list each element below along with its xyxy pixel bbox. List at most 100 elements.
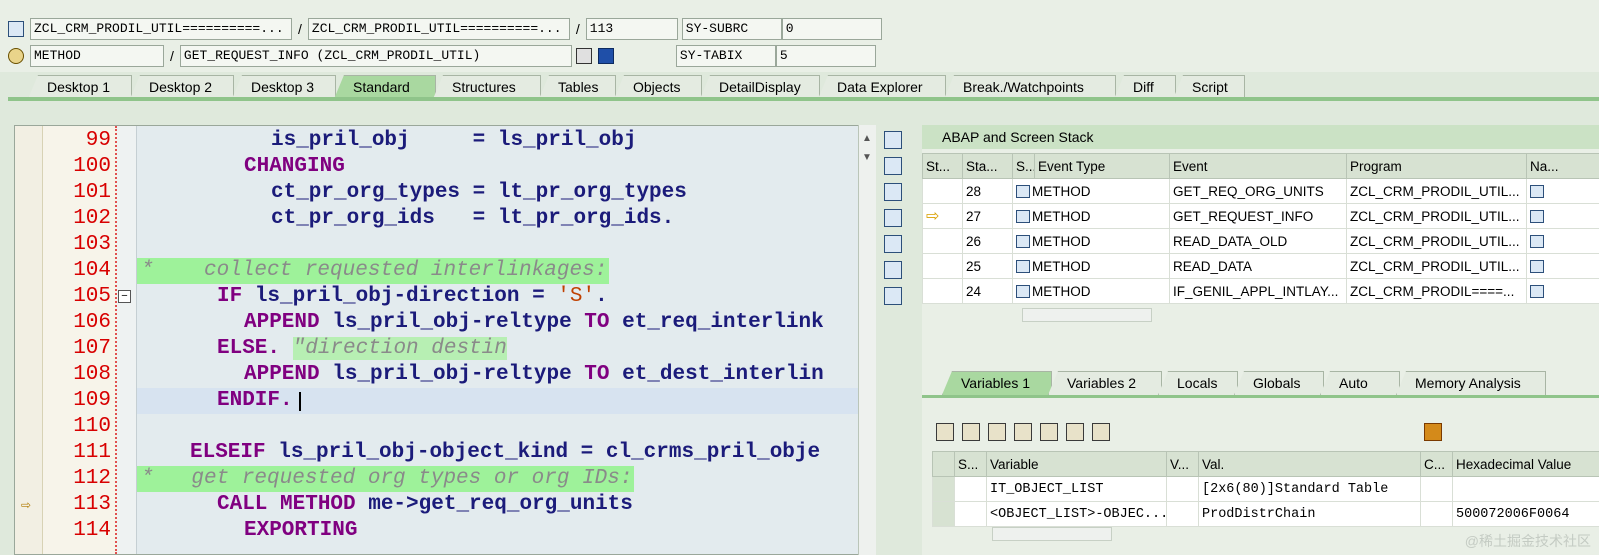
tab-locals[interactable]: Locals — [1158, 371, 1238, 395]
code-line-106[interactable]: 106 APPEND ls_pril_obj-reltype TO et_req… — [15, 310, 858, 336]
code-line-111[interactable]: 111 ELSEIF ls_pril_obj-object_kind = cl_… — [15, 440, 858, 466]
close-icon[interactable] — [884, 131, 902, 149]
copy-icon[interactable] — [988, 423, 1006, 441]
code-text: EXPORTING — [244, 519, 358, 542]
tab-structures[interactable]: Structures — [433, 75, 541, 99]
sy-subrc-value[interactable]: 0 — [781, 18, 882, 40]
code-line-100[interactable]: 100 CHANGING — [15, 154, 858, 180]
comment-text: * collect requested interlinkages: — [137, 258, 610, 284]
event-type-field[interactable]: METHOD — [30, 45, 164, 67]
delete-icon[interactable] — [936, 423, 954, 441]
tab-variables-2[interactable]: Variables 2 — [1048, 371, 1162, 395]
code-line-104[interactable]: 104 * collect requested interlinkages: — [15, 258, 858, 284]
navigate-icon[interactable] — [1530, 260, 1544, 274]
code-line-112[interactable]: 112 * get requested org types or org IDs… — [15, 466, 858, 492]
variable-value[interactable]: ProdDistrChain — [1198, 501, 1421, 527]
tab-variables-1[interactable]: Variables 1 — [942, 371, 1052, 395]
col-hex[interactable]: Hexadecimal Value — [1452, 451, 1599, 477]
edit-icon[interactable] — [962, 423, 980, 441]
table-row[interactable]: IT_OBJECT_LIST [2x6(80)]Standard Table — [932, 476, 1599, 502]
tab-memory-analysis[interactable]: Memory Analysis — [1396, 371, 1546, 395]
tab-globals[interactable]: Globals — [1234, 371, 1324, 395]
main-program-field[interactable]: ZCL_CRM_PRODIL_UTIL==========... — [30, 18, 292, 40]
tab-objects[interactable]: Objects — [614, 75, 702, 99]
scroll-up-icon[interactable]: ▲ — [862, 133, 873, 144]
code-line-114[interactable]: 114 EXPORTING — [15, 518, 858, 544]
navigate-icon[interactable] — [1530, 285, 1544, 299]
expand-width-icon[interactable] — [884, 235, 902, 253]
line-number-field[interactable]: 113 — [585, 18, 678, 40]
code-line-110[interactable]: 110 — [15, 414, 858, 440]
col-variable[interactable]: Variable — [986, 451, 1167, 477]
stack-hscroll[interactable] — [1022, 308, 1152, 322]
code-line-103[interactable]: 103 — [15, 232, 858, 258]
line-number: 110 — [73, 415, 111, 438]
table-row[interactable]: 26 METHOD READ_DATA_OLD ZCL_CRM_PRODIL_UT… — [922, 228, 1599, 254]
settings-icon[interactable] — [884, 287, 902, 305]
tab-data-explorer[interactable]: Data Explorer — [818, 75, 946, 99]
remove-icon[interactable] — [1014, 423, 1032, 441]
tab-auto[interactable]: Auto — [1320, 371, 1400, 395]
service-icon[interactable] — [884, 261, 902, 279]
line-number: 111 — [73, 441, 111, 464]
col-v[interactable]: V... — [1166, 451, 1199, 477]
tab-tables[interactable]: Tables — [539, 75, 616, 99]
col-program[interactable]: Program — [1346, 153, 1527, 179]
code-line-107[interactable]: 107 ELSE. "direction destin — [15, 336, 858, 362]
tree-icon[interactable] — [1040, 423, 1058, 441]
method-field[interactable]: GET_REQUEST_INFO (ZCL_CRM_PRODIL_UTIL) — [179, 45, 572, 67]
code-line-102[interactable]: 102 ct_pr_org_ids = lt_pr_org_ids. — [15, 206, 858, 232]
navigate-icon[interactable] — [575, 48, 592, 64]
col-s[interactable]: S... — [1012, 153, 1035, 179]
col-value[interactable]: Val. — [1198, 451, 1421, 477]
tab-standard[interactable]: Standard — [334, 75, 436, 99]
col-event[interactable]: Event — [1169, 153, 1347, 179]
info-icon[interactable] — [597, 48, 614, 64]
code-line-113[interactable]: ⇨ 113 CALL METHOD me->get_req_org_units — [15, 492, 858, 518]
tab-diff[interactable]: Diff — [1114, 75, 1176, 99]
code-line-105[interactable]: 105 − IF ls_pril_obj-direction = 'S'. — [15, 284, 858, 310]
col-s[interactable]: S... — [954, 451, 987, 477]
scroll-down-icon[interactable]: ▼ — [862, 152, 873, 163]
transfer-icon[interactable] — [1066, 423, 1084, 441]
col-c[interactable]: C... — [1420, 451, 1453, 477]
tab-desktop-1[interactable]: Desktop 1 — [28, 75, 132, 99]
fullscreen-icon[interactable] — [884, 209, 902, 227]
table-row[interactable]: ⇨ 27 METHOD GET_REQUEST_INFO ZCL_CRM_PRODI… — [922, 203, 1599, 229]
code-line-109[interactable]: 109 ENDIF. — [15, 388, 858, 414]
navigate-icon[interactable] — [1530, 235, 1544, 249]
collapse-icon[interactable]: − — [118, 290, 131, 303]
col-st[interactable]: St... — [922, 153, 963, 179]
code-line-108[interactable]: 108 APPEND ls_pril_obj-reltype TO et_des… — [15, 362, 858, 388]
tab-desktop-3[interactable]: Desktop 3 — [232, 75, 336, 99]
code-text: CHANGING — [244, 155, 345, 178]
save-icon[interactable] — [1424, 423, 1442, 441]
col-name[interactable]: Na... — [1526, 153, 1599, 179]
col-event-type[interactable]: Event Type — [1034, 153, 1170, 179]
tab-script[interactable]: Script — [1173, 75, 1245, 99]
tab-detaildisplay[interactable]: DetailDisplay — [700, 75, 820, 99]
code-line-101[interactable]: 101 ct_pr_org_types = lt_pr_org_types — [15, 180, 858, 206]
editor-scrollbar[interactable]: ▲ ▼ — [858, 125, 876, 555]
variable-name[interactable]: IT_OBJECT_LIST — [986, 476, 1167, 502]
table-row[interactable]: 28 METHOD GET_REQ_ORG_UNITS ZCL_CRM_PRODI… — [922, 178, 1599, 204]
table-row[interactable]: 25 METHOD READ_DATA ZCL_CRM_PRODIL_UTIL..… — [922, 253, 1599, 279]
select-icon[interactable] — [1092, 423, 1110, 441]
variable-value[interactable]: [2x6(80)]Standard Table — [1198, 476, 1421, 502]
code-text: is_pril_obj = ls_pril_obj — [271, 129, 637, 152]
table-row[interactable]: 24 METHOD IF_GENIL_APPL_INTLAY... ZCL_CRM… — [922, 278, 1599, 304]
col-level[interactable]: Sta... — [962, 153, 1013, 179]
tab-break-watchpoints[interactable]: Break./Watchpoints — [944, 75, 1116, 99]
new-tool-icon[interactable] — [884, 157, 902, 175]
table-row[interactable]: <OBJECT_LIST>-OBJEC... ProdDistrChain 50… — [932, 501, 1599, 527]
variables-hscroll[interactable] — [992, 527, 1112, 541]
swap-icon[interactable] — [884, 183, 902, 201]
navigate-icon[interactable] — [1530, 185, 1544, 199]
code-line-99[interactable]: 99 is_pril_obj = ls_pril_obj — [15, 128, 858, 154]
tab-desktop-2[interactable]: Desktop 2 — [130, 75, 234, 99]
navigate-icon[interactable] — [1530, 210, 1544, 224]
source-code-editor[interactable]: 99 is_pril_obj = ls_pril_obj 100 CHANGIN… — [14, 125, 859, 555]
variable-name[interactable]: <OBJECT_LIST>-OBJEC... — [986, 501, 1167, 527]
include-field[interactable]: ZCL_CRM_PRODIL_UTIL==========... — [307, 18, 570, 40]
sy-tabix-value[interactable]: 5 — [775, 45, 876, 67]
